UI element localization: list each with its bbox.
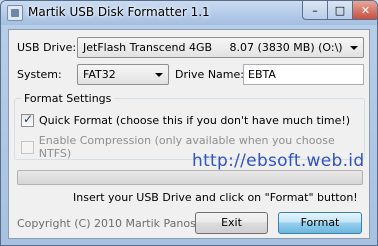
drive-name-value: EBTA: [248, 68, 276, 81]
system-label: System:: [17, 68, 62, 81]
chevron-down-icon: [155, 73, 163, 77]
system-value: FAT32: [83, 68, 116, 81]
format-progress-bar: [17, 170, 363, 185]
minimize-button[interactable]: –: [302, 1, 328, 20]
usb-drive-label: USB Drive:: [17, 41, 77, 54]
maximize-button[interactable]: □: [327, 1, 353, 20]
system-select[interactable]: FAT32: [77, 64, 169, 85]
drive-name-input[interactable]: EBTA: [243, 64, 364, 85]
client-area: USB Drive: JetFlash Transcend 4GB 8.07 (…: [8, 29, 370, 239]
quick-format-label: Quick Format (choose this if you don't h…: [39, 114, 351, 127]
usb-drive-select[interactable]: JetFlash Transcend 4GB 8.07 (3830 MB) (O…: [77, 37, 364, 58]
app-window: Martik USB Disk Formatter 1.1 – □ ✕ USB …: [0, 0, 378, 246]
exit-button[interactable]: Exit: [195, 212, 268, 234]
format-settings-title: Format Settings: [21, 92, 115, 105]
compression-checkbox: [21, 140, 34, 154]
website-watermark: http://ebsoft.web.id: [192, 151, 365, 171]
chevron-down-icon: [350, 46, 358, 50]
status-text: Insert your USB Drive and click on "Form…: [73, 191, 358, 204]
usb-drive-value: JetFlash Transcend 4GB 8.07 (3830 MB) (O…: [83, 41, 343, 54]
copyright-text: Copyright (C) 2010 Martik Panosian: [17, 217, 213, 230]
close-button[interactable]: ✕: [352, 1, 377, 20]
format-button[interactable]: Format: [278, 212, 362, 234]
quick-format-option[interactable]: Quick Format (choose this if you don't h…: [21, 112, 351, 127]
window-title: Martik USB Disk Formatter 1.1: [28, 5, 210, 19]
close-icon: ✕: [360, 3, 371, 17]
quick-format-checkbox[interactable]: [21, 112, 34, 127]
app-icon: [7, 5, 23, 21]
title-bar[interactable]: Martik USB Disk Formatter 1.1 – □ ✕: [1, 1, 377, 25]
minimize-icon: –: [312, 3, 318, 17]
drive-name-label: Drive Name:: [175, 68, 244, 81]
maximize-icon: □: [334, 3, 346, 17]
